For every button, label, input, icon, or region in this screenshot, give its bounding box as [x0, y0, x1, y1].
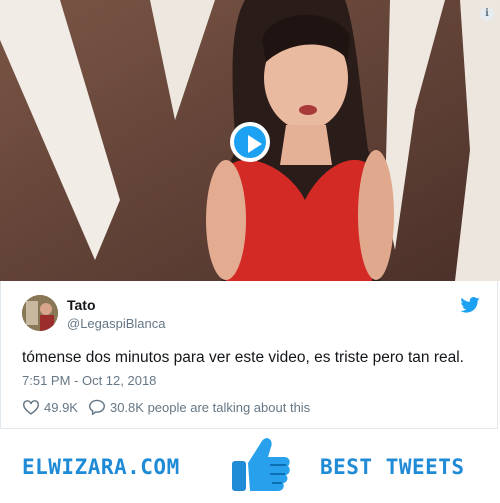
- tweet-timestamp[interactable]: 7:51 PM - Oct 12, 2018: [22, 373, 156, 388]
- best-tweets-label: BEST TWEETS: [320, 455, 465, 479]
- talking-count: 30.8K people are talking about this: [109, 399, 311, 415]
- tweet-text: tómense dos minutos para ver este video,…: [22, 349, 464, 366]
- branding-banner: ELWIZARA.COM BEST TWEETS: [0, 430, 500, 503]
- play-icon[interactable]: [230, 122, 270, 162]
- tweet-video-thumbnail[interactable]: i: [0, 0, 500, 281]
- speech-bubble-icon: [88, 399, 105, 415]
- like-button[interactable]: 49.9K: [22, 399, 78, 415]
- like-count: 49.9K: [44, 399, 78, 415]
- info-icon[interactable]: i: [480, 7, 494, 21]
- tweet-card: Tato @LegaspiBlanca tómense dos minutos …: [0, 281, 498, 429]
- thumbs-up-icon: [228, 433, 292, 502]
- site-name: ELWIZARA.COM: [22, 455, 180, 479]
- twitter-bird-icon[interactable]: [460, 297, 480, 318]
- talking-link[interactable]: 30.8K people are talking about this: [88, 399, 310, 415]
- avatar[interactable]: [22, 295, 58, 331]
- tweet-actions: 49.9K 30.8K people are talking about thi…: [22, 399, 310, 415]
- heart-icon: [23, 400, 39, 415]
- author-handle[interactable]: @LegaspiBlanca: [67, 316, 165, 331]
- author-name[interactable]: Tato: [67, 297, 96, 313]
